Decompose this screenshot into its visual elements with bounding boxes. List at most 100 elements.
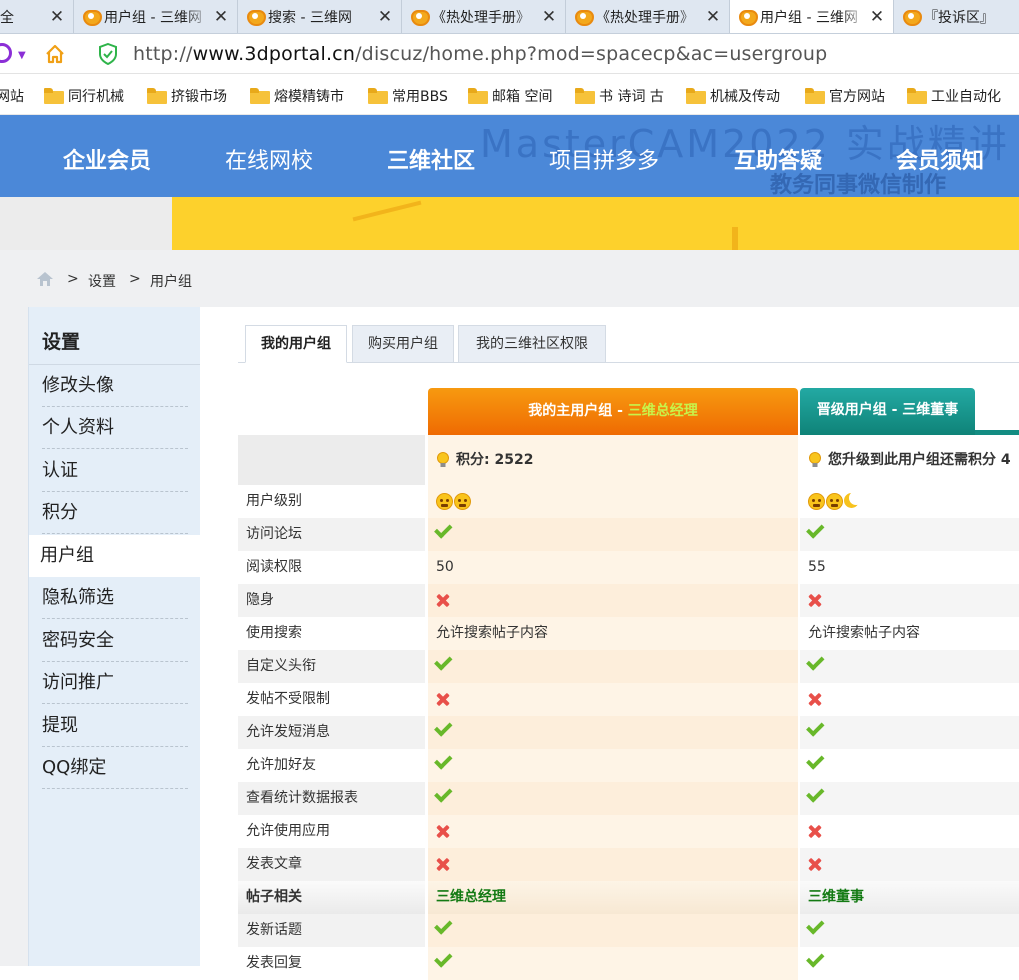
row-label: 帖子相关	[238, 881, 425, 914]
bookmark-label: 熔模精铸市	[274, 89, 344, 105]
lightbulb-icon	[809, 451, 821, 467]
browser-tab[interactable]: 《热处理手册》 ✕	[402, 0, 566, 33]
check-icon	[806, 949, 825, 968]
url-field[interactable]: http://www.3dportal.cn/discuz/home.php?m…	[133, 43, 827, 65]
check-icon	[434, 751, 453, 770]
browser-tab[interactable]: 搜索 - 三维网 ✕	[238, 0, 402, 33]
permission-cell	[800, 518, 1019, 551]
nav-item-qa[interactable]: 互助答疑	[734, 143, 822, 175]
bookmark-item[interactable]: 机械及传动	[686, 86, 780, 106]
check-icon	[434, 718, 453, 737]
permission-cell	[428, 947, 798, 980]
row-label: 发新话题	[238, 914, 425, 947]
close-icon[interactable]: ✕	[539, 7, 559, 27]
banner-image[interactable]	[172, 197, 1019, 250]
check-icon	[434, 949, 453, 968]
url-host: www.3dportal.cn	[192, 43, 356, 65]
url-prefix: http://	[133, 43, 193, 65]
nav-item-member-guide[interactable]: 会员须知	[896, 143, 984, 175]
row-label: 隐身	[238, 584, 425, 617]
browser-tab[interactable]: 『投诉区』	[894, 0, 1019, 33]
check-icon	[806, 916, 825, 935]
folder-icon	[250, 88, 270, 104]
browser-logo-icon[interactable]	[0, 43, 12, 63]
next-group-header[interactable]: 晋级用户组 - 三维董事	[800, 388, 975, 435]
bookmark-item[interactable]: 官方网站	[805, 86, 885, 106]
tab-title: 搜索 - 三维网	[268, 10, 352, 26]
bookmark-item[interactable]: 挤锻市场	[147, 86, 227, 106]
sidebar-item-usergroup[interactable]: 用户组	[29, 535, 201, 577]
sidebar-item-credits[interactable]: 积分	[42, 492, 188, 534]
check-icon	[806, 520, 825, 539]
table-row: 隐身	[238, 584, 1019, 617]
folder-icon	[147, 88, 167, 104]
bookmark-item[interactable]: 常用BBS	[368, 86, 448, 106]
home-icon[interactable]	[36, 271, 54, 287]
nav-item-online-school[interactable]: 在线网校	[225, 143, 313, 175]
permission-cell	[800, 584, 1019, 617]
check-icon	[434, 652, 453, 671]
breadcrumb-settings[interactable]: 设置	[88, 271, 116, 291]
permission-cell	[800, 749, 1019, 782]
permission-cell	[428, 914, 798, 947]
sidebar-item-profile[interactable]: 个人资料	[42, 407, 188, 449]
sidebar-item-promotion[interactable]: 访问推广	[42, 662, 188, 704]
sidebar-item-password[interactable]: 密码安全	[42, 620, 188, 662]
sidebar-item-withdraw[interactable]: 提现	[42, 705, 188, 747]
value-cell: 55	[800, 551, 1019, 584]
cross-icon	[436, 858, 449, 871]
browser-tab-active[interactable]: 用户组 - 三维网 ✕	[730, 0, 894, 33]
value-cell: 允许搜索帖子内容	[428, 617, 798, 650]
bookmark-item[interactable]: 工业自动化	[907, 86, 1001, 106]
tab-community-permissions[interactable]: 我的三维社区权限	[458, 325, 606, 363]
main-group-name: 三维总经理	[627, 403, 698, 419]
browser-tab[interactable]: 《热处理手册》 ✕	[566, 0, 730, 33]
nav-item-enterprise[interactable]: 企业会员	[63, 143, 151, 175]
upgrade-points: 您升级到此用户组还需积分 4	[828, 452, 1011, 468]
sidebar-item-qq[interactable]: QQ绑定	[42, 747, 188, 789]
breadcrumb-separator: >	[67, 271, 79, 287]
close-icon[interactable]: ✕	[47, 7, 67, 27]
sidebar-item-verify[interactable]: 认证	[42, 450, 188, 492]
row-label: 访问论坛	[238, 518, 425, 551]
browser-tab[interactable]: 全 ✕	[0, 0, 74, 33]
site-favicon-icon	[902, 9, 922, 26]
level-cell	[428, 485, 798, 518]
table-row: 访问论坛	[238, 518, 1019, 551]
upgrade-cell: 您升级到此用户组还需积分 4	[800, 435, 1019, 485]
permission-cell	[800, 914, 1019, 947]
dropdown-arrow-icon[interactable]: ▼	[18, 50, 26, 61]
breadcrumb-usergroup[interactable]: 用户组	[150, 271, 192, 291]
permission-cell	[800, 683, 1019, 716]
folder-icon	[468, 88, 488, 104]
value-cell: 50	[428, 551, 798, 584]
row-label: 查看统计数据报表	[238, 782, 425, 815]
bookmark-item[interactable]: 同行机械	[44, 86, 124, 106]
close-icon[interactable]: ✕	[375, 7, 395, 27]
close-icon[interactable]: ✕	[867, 7, 887, 27]
main-group-header: 我的主用户组 - 三维总经理	[428, 388, 798, 435]
tab-buy-usergroup[interactable]: 购买用户组	[352, 325, 454, 363]
secure-shield-icon	[99, 43, 117, 65]
sidebar-item-privacy[interactable]: 隐私筛选	[42, 577, 188, 619]
browser-tab[interactable]: 用户组 - 三维网 ✕	[74, 0, 238, 33]
cross-icon	[436, 594, 449, 607]
nav-item-projects[interactable]: 项目拼多多	[549, 143, 659, 175]
table-row: 发帖不受限制	[238, 683, 1019, 716]
row-label: 允许发短消息	[238, 716, 425, 749]
nav-item-community[interactable]: 三维社区	[387, 143, 475, 175]
close-icon[interactable]: ✕	[211, 7, 231, 27]
tab-title: 『投诉区』	[924, 10, 994, 26]
folder-icon	[805, 88, 825, 104]
permission-cell	[428, 782, 798, 815]
bookmark-item[interactable]: 书 诗词 古	[575, 86, 664, 106]
tab-my-usergroup[interactable]: 我的用户组	[245, 325, 347, 363]
home-icon[interactable]	[44, 43, 66, 65]
bookmark-item[interactable]: 网站	[0, 86, 24, 106]
row-label: 允许加好友	[246, 757, 316, 773]
close-icon[interactable]: ✕	[703, 7, 723, 27]
check-icon	[434, 520, 453, 539]
bookmark-item[interactable]: 邮箱 空间	[468, 86, 552, 106]
bookmark-item[interactable]: 熔模精铸市	[250, 86, 344, 106]
sidebar-item-avatar[interactable]: 修改头像	[42, 365, 188, 407]
